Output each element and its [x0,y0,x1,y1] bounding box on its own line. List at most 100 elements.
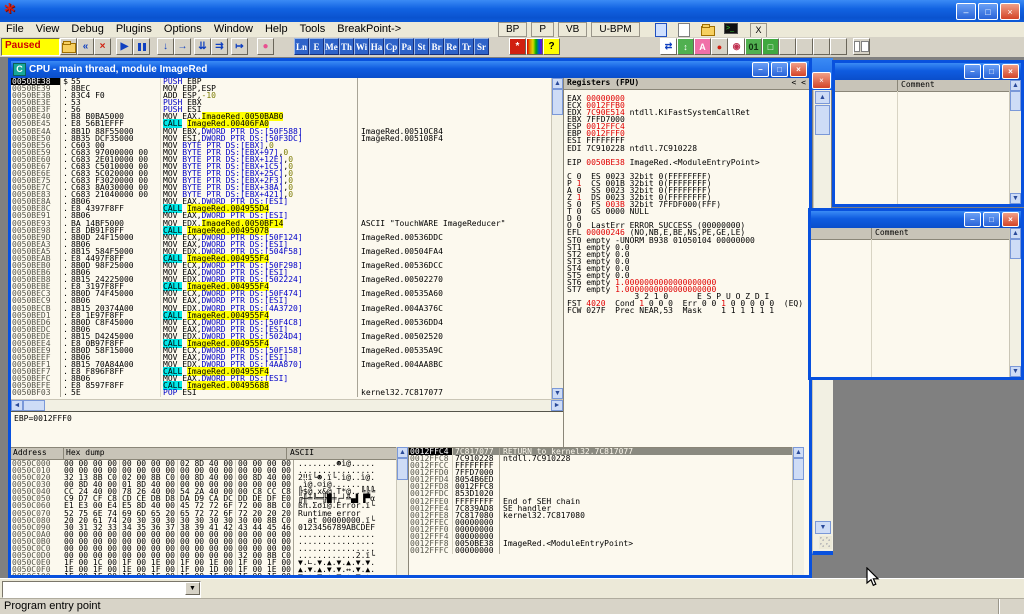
stack-vscrollbar[interactable]: ▲ [792,447,804,575]
updown-icon[interactable]: ↕ [677,38,694,55]
comment-column-header[interactable]: Comment [898,80,1010,91]
cpu-window-title-bar[interactable]: C CPU - main thread, module ImageRed – □… [11,61,809,78]
window-icon[interactable]: □ [762,38,779,55]
resize-grip[interactable] [819,536,832,549]
menu-item-breakpoint[interactable]: BreakPoint-> [331,22,407,37]
goto-icon[interactable]: ● [257,38,274,55]
comment-mid-minimize-button[interactable]: – [964,212,981,227]
menu-item-plugins[interactable]: Plugins [110,22,158,37]
window-button-ha[interactable]: Ha [369,38,384,55]
window-button-st[interactable]: St [414,38,429,55]
window-button-ln[interactable]: Ln [294,38,309,55]
menu-item-debug[interactable]: Debug [65,22,109,37]
folder-icon[interactable] [701,23,717,35]
register-line[interactable]: T 0 GS 0000 NULL [567,208,809,215]
cpu-close-button[interactable]: × [790,62,807,77]
animate-into-icon[interactable]: ⇊ [194,38,211,55]
step-into-icon[interactable]: ↓ [157,38,174,55]
options-gear-icon[interactable]: * [509,38,526,55]
dump-header-ascii[interactable]: ASCII [286,448,396,459]
disasm-row[interactable]: 0050BEFE.E8 8597F8FFCALL ImageRed.004956… [11,382,551,389]
toolbar-close-icon[interactable]: X [750,23,767,38]
run-icon[interactable]: ▶ [116,38,133,55]
spiral-icon[interactable]: ◉ [728,38,745,55]
record-icon[interactable]: ● [711,38,728,55]
comment-column-header[interactable]: Comment [872,228,1010,239]
background-window2-scrollbar[interactable]: ▼ [812,380,833,555]
main-restore-button[interactable]: □ [978,3,998,20]
background-window-scrollbar[interactable]: ▲ [813,90,831,208]
command-dropdown-button[interactable]: ▼ [185,582,200,595]
disassembly-hscrollbar[interactable]: ◄ ► [11,399,563,411]
dump-vscrollbar[interactable]: ▲ [396,447,408,575]
step-over-icon[interactable]: → [174,38,191,55]
window-button-tr[interactable]: Tr [459,38,474,55]
close-program-icon[interactable]: × [94,38,111,55]
menu-button-ubpm[interactable]: U-BPM [591,22,639,37]
dump-header-address[interactable]: Address [11,448,63,459]
stack-pane[interactable]: 0012FFC47C817077RETURN to kernel32.7C817… [408,447,792,575]
comment-mid-vscrollbar[interactable]: ▲ ▼ [1009,228,1021,377]
window-button-re[interactable]: Re [444,38,459,55]
panes-icon[interactable] [853,38,870,55]
restart-icon[interactable]: « [77,38,94,55]
appearance-icon[interactable] [526,38,543,55]
comment-top-minimize-button[interactable]: – [964,64,981,79]
comment-mid-maximize-button[interactable]: □ [983,212,1000,227]
disasm-row[interactable]: 0050BE3E.53PUSH EBX [11,99,551,106]
menu-button-vb[interactable]: VB [558,22,587,37]
attach-icon[interactable]: A [694,38,711,55]
help-icon[interactable]: ? [543,38,560,55]
disassembly-vscrollbar[interactable]: ▲ ▼ [551,78,563,399]
menu-button-p[interactable]: P [531,22,554,37]
stack-row[interactable]: 0012FFFC00000000 [409,547,792,554]
disassembly-pane[interactable]: 0050BE38$55PUSH EBP0050BE39.8BECMOV EBP,… [11,78,551,399]
menu-item-window[interactable]: Window [208,22,259,37]
pause-icon[interactable] [133,38,150,55]
comment-window-middle-titlebar[interactable]: – □ × [811,211,1021,228]
menu-item-tools[interactable]: Tools [294,22,332,37]
window-button-e[interactable]: E [309,38,324,55]
cpu-restore-button[interactable]: □ [771,62,788,77]
comment-mid-close-button[interactable]: × [1002,212,1019,227]
menu-item-view[interactable]: View [30,22,66,37]
menu-item-help[interactable]: Help [259,22,294,37]
copy-icon[interactable] [655,23,671,35]
window-button-pa[interactable]: Pa [399,38,414,55]
swap-icon[interactable]: ⇄ [660,38,677,55]
empty-slot[interactable] [830,38,847,55]
console-icon[interactable]: >_ [724,23,740,35]
window-button-wi[interactable]: Wi [354,38,369,55]
disasm-row[interactable]: 0050BF03.5EPOP ESIkernel32.7C817077 [11,389,551,396]
empty-slot[interactable] [779,38,796,55]
animate-over-icon[interactable]: ⇉ [211,38,228,55]
window-button-sr[interactable]: Sr [474,38,489,55]
background-window-close-button[interactable]: × [812,72,831,89]
comment-top-maximize-button[interactable]: □ [983,64,1000,79]
register-line[interactable]: EIP 0050BE38 ImageRed.<ModuleEntryPoint> [567,159,809,166]
window-button-th[interactable]: Th [339,38,354,55]
register-line[interactable]: FCW 027F Prec NEAR,53 Mask 1 1 1 1 1 1 [567,307,809,314]
disasm-row[interactable]: 0050BE3B.83C4 F0ADD ESP,-10 [11,92,551,99]
registers-pane-arrows[interactable]: < < [792,78,806,89]
disasm-row[interactable]: 0050BE38$55PUSH EBP [11,78,551,85]
window-button-cp[interactable]: Cp [384,38,399,55]
main-close-button[interactable]: × [1000,3,1020,20]
empty-slot[interactable] [796,38,813,55]
registers-pane[interactable]: Registers (FPU) < < EAX 00000000ECX 0012… [563,78,809,447]
cpu-minimize-button[interactable]: – [752,62,769,77]
comment-top-close-button[interactable]: × [1002,64,1019,79]
comment-top-vscrollbar[interactable]: ▲ ▼ [1009,80,1021,204]
register-line[interactable]: EDI 7C910228 ntdll.7C910228 [567,145,809,152]
hex-row[interactable]: 0050C1001F 00 1F 001F 00 1F 001F 00 1F 0… [11,573,396,575]
dump-header-hex[interactable]: Hex dump [63,448,286,459]
notes-icon[interactable] [678,23,694,35]
window-button-me[interactable]: Me [324,38,339,55]
menu-item-file[interactable]: File [0,22,30,37]
empty-slot[interactable] [813,38,830,55]
menu-item-options[interactable]: Options [158,22,208,37]
window-button-br[interactable]: Br [429,38,444,55]
main-minimize-button[interactable]: – [956,3,976,20]
menu-button-bp[interactable]: BP [498,22,527,37]
dump-pane[interactable]: Address Hex dump ASCII 0050C00000 00 00 … [11,447,396,575]
